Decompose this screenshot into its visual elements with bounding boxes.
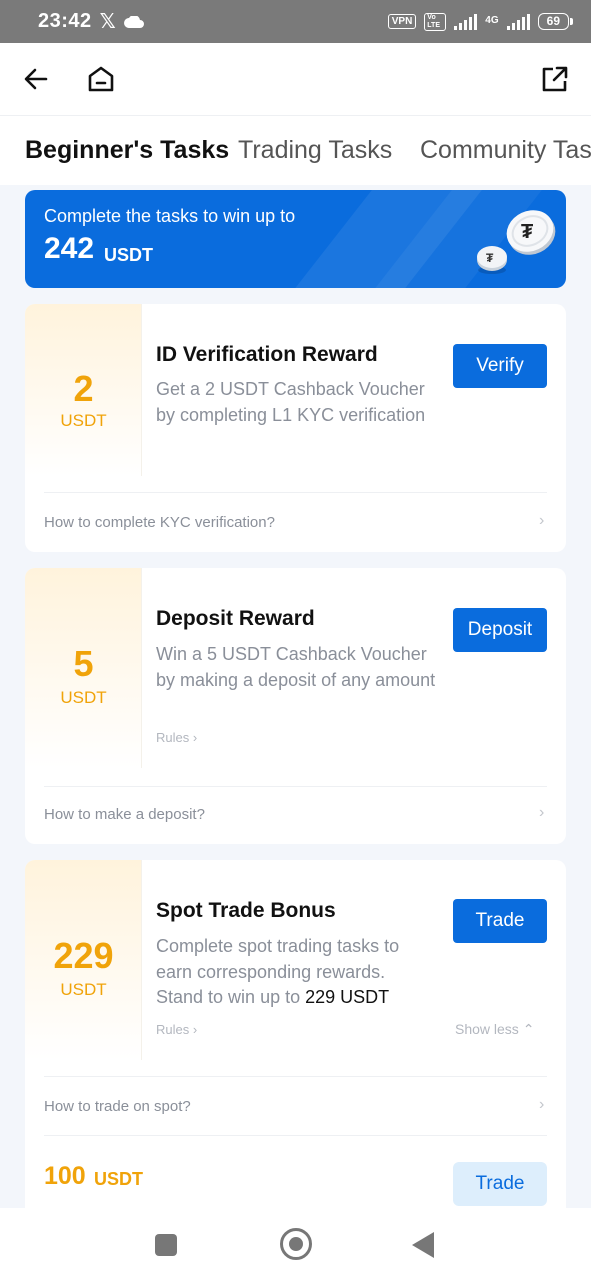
- verify-button[interactable]: Verify: [453, 344, 547, 388]
- chevron-right-icon[interactable]: ›: [539, 1096, 544, 1114]
- vpn-icon: VPN: [387, 14, 417, 29]
- coins-icon: ₮ ₮: [477, 210, 556, 274]
- tab-beginners-tasks[interactable]: Beginner's Tasks: [25, 136, 229, 165]
- task-card-id-verification: 2 USDT ID Verification Reward Get a 2 US…: [25, 304, 566, 552]
- how-to-link[interactable]: How to complete KYC verification?: [44, 514, 275, 531]
- svg-text:₮: ₮: [521, 221, 533, 243]
- divider: [44, 1135, 547, 1136]
- banner-amount: 242: [44, 232, 95, 265]
- battery-icon: 69: [537, 13, 574, 30]
- status-time: 23:42: [38, 10, 92, 32]
- task-card-deposit: 5 USDT Deposit Reward Win a 5 USDT Cashb…: [25, 568, 566, 844]
- status-bar: 23:42 𝕏 VPN Vo LTE 4G 69: [0, 0, 591, 43]
- open-external-icon[interactable]: [539, 63, 571, 95]
- task-title: ID Verification Reward: [156, 343, 378, 366]
- svg-text:₮: ₮: [486, 251, 494, 265]
- sub-reward-unit: USDT: [94, 1169, 143, 1189]
- recents-icon[interactable]: [155, 1234, 177, 1256]
- task-title: Deposit Reward: [156, 607, 315, 630]
- task-tabs: Beginner's Tasks Trading Tasks Community…: [0, 115, 591, 185]
- volte-icon: Vo LTE: [424, 12, 447, 31]
- description-highlight: 229 USDT: [305, 987, 390, 1007]
- reward-amount: 5: [73, 643, 94, 684]
- tab-trading-tasks[interactable]: Trading Tasks: [238, 136, 392, 165]
- reward-banner: Complete the tasks to win up to 242 USDT…: [25, 190, 566, 288]
- reward-amount: 229: [53, 935, 114, 976]
- sub-reward-amount: 100: [44, 1162, 86, 1190]
- divider: [44, 786, 547, 787]
- sub-trade-button[interactable]: Trade: [453, 1162, 547, 1206]
- show-less-toggle[interactable]: Show less ⌃: [455, 1021, 534, 1038]
- system-nav-bar: [0, 1208, 591, 1280]
- top-nav: [0, 43, 591, 115]
- trade-button[interactable]: Trade: [453, 899, 547, 943]
- rules-link[interactable]: Rules ›: [156, 1022, 197, 1037]
- tab-community-tasks[interactable]: Community Tasks: [420, 136, 591, 165]
- how-to-link[interactable]: How to make a deposit?: [44, 806, 205, 823]
- reward-amount: 2: [73, 368, 94, 409]
- how-to-link[interactable]: How to trade on spot?: [44, 1098, 191, 1115]
- task-description: Win a 5 USDT Cashback Voucher by making …: [156, 644, 436, 690]
- cloud-icon: [123, 15, 144, 28]
- signal-icon: [454, 13, 478, 30]
- back-arrow-icon[interactable]: [20, 63, 52, 95]
- divider: [44, 492, 547, 493]
- reward-unit: USDT: [60, 980, 107, 999]
- reward-unit: USDT: [60, 688, 107, 707]
- task-description: Complete spot trading tasks to earn corr…: [156, 934, 436, 1011]
- task-title: Spot Trade Bonus: [156, 899, 336, 922]
- task-description: Get a 2 USDT Cashback Voucher by complet…: [156, 379, 426, 425]
- reward-unit: USDT: [60, 411, 107, 430]
- home-icon[interactable]: [85, 63, 117, 95]
- banner-unit: USDT: [104, 245, 153, 265]
- back-nav-icon[interactable]: [412, 1232, 434, 1258]
- x-app-icon: 𝕏: [99, 11, 116, 33]
- banner-text: Complete the tasks to win up to: [44, 206, 296, 226]
- task-card-spot-trade: 229 USDT Spot Trade Bonus Complete spot …: [25, 860, 566, 1220]
- rules-link[interactable]: Rules ›: [156, 730, 197, 745]
- deposit-button[interactable]: Deposit: [453, 608, 547, 652]
- signal-icon-2: [506, 13, 530, 30]
- home-nav-icon[interactable]: [280, 1228, 312, 1260]
- divider: [44, 1076, 547, 1077]
- network-type: 4G: [485, 14, 499, 26]
- chevron-right-icon[interactable]: ›: [539, 512, 544, 530]
- chevron-right-icon[interactable]: ›: [539, 804, 544, 822]
